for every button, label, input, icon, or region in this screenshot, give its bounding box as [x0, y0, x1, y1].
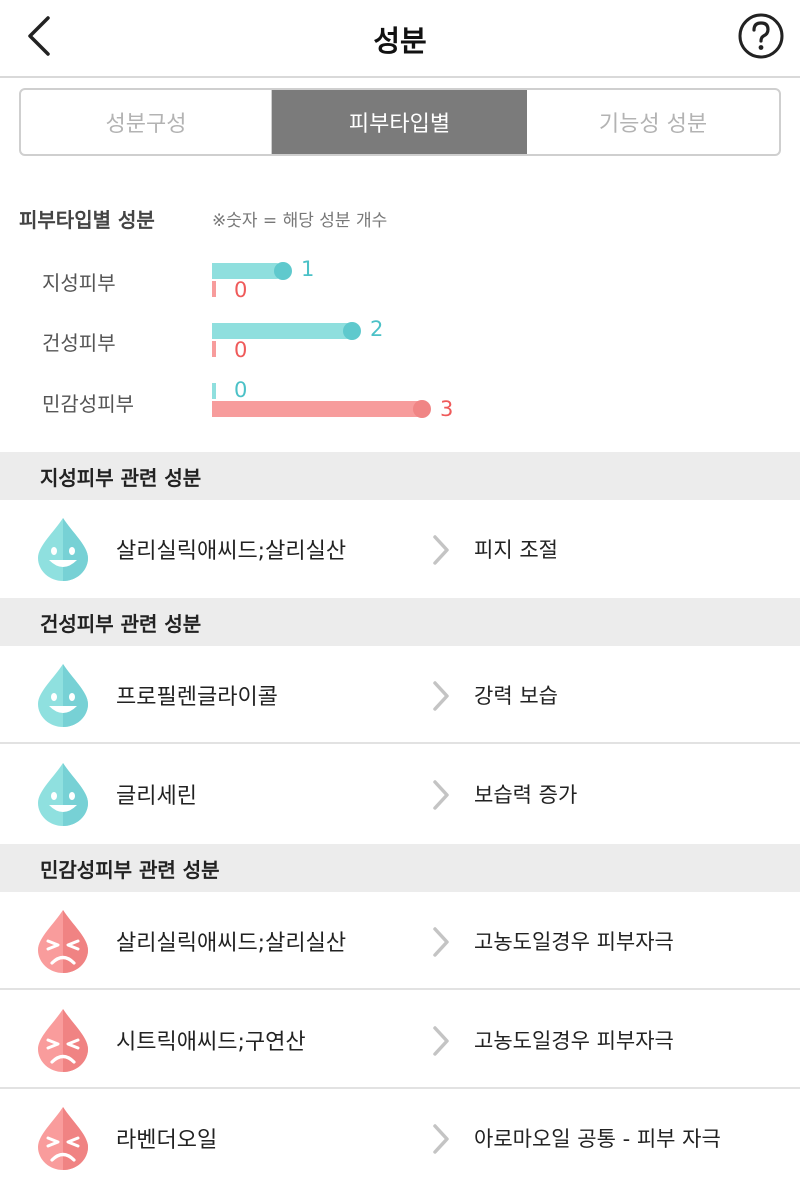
- chevron-right-icon: [430, 533, 452, 567]
- happy-drop-icon: [274, 262, 292, 280]
- tab-functional[interactable]: 기능성 성분: [527, 90, 779, 154]
- top-bar: 성분: [0, 0, 800, 78]
- chevron-right-icon: [430, 1122, 452, 1156]
- dry-bad-bar: [212, 341, 216, 357]
- chevron-right-icon: [430, 679, 452, 713]
- skin-type-label-oily: 지성피부: [42, 271, 116, 295]
- dry-bad-count: 0: [234, 338, 248, 362]
- section-header-oily: 지성피부 관련 성분: [0, 452, 800, 500]
- ingredient-effect: 보습력 증가: [474, 783, 578, 807]
- ingredient-effect: 피지 조절: [474, 538, 558, 562]
- chevron-right-icon: [430, 925, 452, 959]
- oily-bad-bar: [212, 281, 216, 297]
- sensitive-bad-count: 3: [440, 397, 454, 421]
- chevron-right-icon: [430, 778, 452, 812]
- sensitive-good-count: 0: [234, 378, 248, 402]
- ingredient-name: 라벤더오일: [116, 1128, 218, 1153]
- sad-drop-icon: [34, 1105, 92, 1171]
- ingredient-name: 살리실릭애씨드;살리실산: [116, 539, 347, 564]
- list-item[interactable]: 라벤더오일 아로마오일 공통 - 피부 자극: [0, 1089, 800, 1177]
- sad-drop-icon: [413, 400, 431, 418]
- section-header-dry: 건성피부 관련 성분: [0, 598, 800, 646]
- ingredient-name: 프로필렌글라이콜: [116, 685, 278, 710]
- ingredient-effect: 강력 보습: [474, 684, 558, 708]
- sad-drop-icon: [34, 908, 92, 974]
- ingredient-effect: 아로마오일 공통 - 피부 자극: [474, 1127, 721, 1151]
- ingredient-name: 살리실릭애씨드;살리실산: [116, 931, 347, 956]
- summary-note: ※숫자 = 해당 성분 개수: [212, 211, 388, 231]
- chevron-right-icon: [430, 1024, 452, 1058]
- page-title: 성분: [373, 24, 427, 58]
- list-item[interactable]: 시트릭애씨드;구연산 고농도일경우 피부자극: [0, 991, 800, 1089]
- help-icon[interactable]: [737, 12, 785, 60]
- sensitive-bad-bar: [212, 401, 426, 417]
- ingredient-name: 글리세린: [116, 784, 197, 809]
- list-item[interactable]: 프로필렌글라이콜 강력 보습: [0, 646, 800, 744]
- list-item[interactable]: 살리실릭애씨드;살리실산 피지 조절: [0, 500, 800, 598]
- sad-drop-icon: [34, 1007, 92, 1073]
- oily-bad-count: 0: [234, 278, 248, 302]
- section-header-sensitive: 민감성피부 관련 성분: [0, 844, 800, 892]
- skin-type-chart: 지성피부 1 0 건성피부 2 0 민감성피부 0 3: [0, 250, 800, 430]
- dry-good-bar: [212, 323, 356, 339]
- summary-title: 피부타입별 성분: [19, 208, 155, 232]
- list-item[interactable]: 살리실릭애씨드;살리실산 고농도일경우 피부자극: [0, 892, 800, 990]
- happy-drop-icon: [34, 662, 92, 728]
- list-item[interactable]: 글리세린 보습력 증가: [0, 745, 800, 843]
- tab-skin-type[interactable]: 피부타입별: [272, 90, 527, 154]
- skin-type-label-dry: 건성피부: [42, 331, 116, 355]
- happy-drop-icon: [34, 516, 92, 582]
- dry-good-count: 2: [370, 317, 384, 341]
- ingredient-effect: 고농도일경우 피부자극: [474, 1029, 674, 1053]
- ingredient-effect: 고농도일경우 피부자극: [474, 930, 674, 954]
- tab-composition[interactable]: 성분구성: [21, 90, 272, 154]
- happy-drop-icon: [343, 322, 361, 340]
- tab-bar: 성분구성 피부타입별 기능성 성분: [19, 88, 781, 156]
- ingredient-name: 시트릭애씨드;구연산: [116, 1030, 306, 1055]
- happy-drop-icon: [34, 761, 92, 827]
- skin-type-label-sensitive: 민감성피부: [42, 392, 134, 416]
- oily-good-count: 1: [301, 257, 315, 281]
- sensitive-good-bar: [212, 383, 216, 399]
